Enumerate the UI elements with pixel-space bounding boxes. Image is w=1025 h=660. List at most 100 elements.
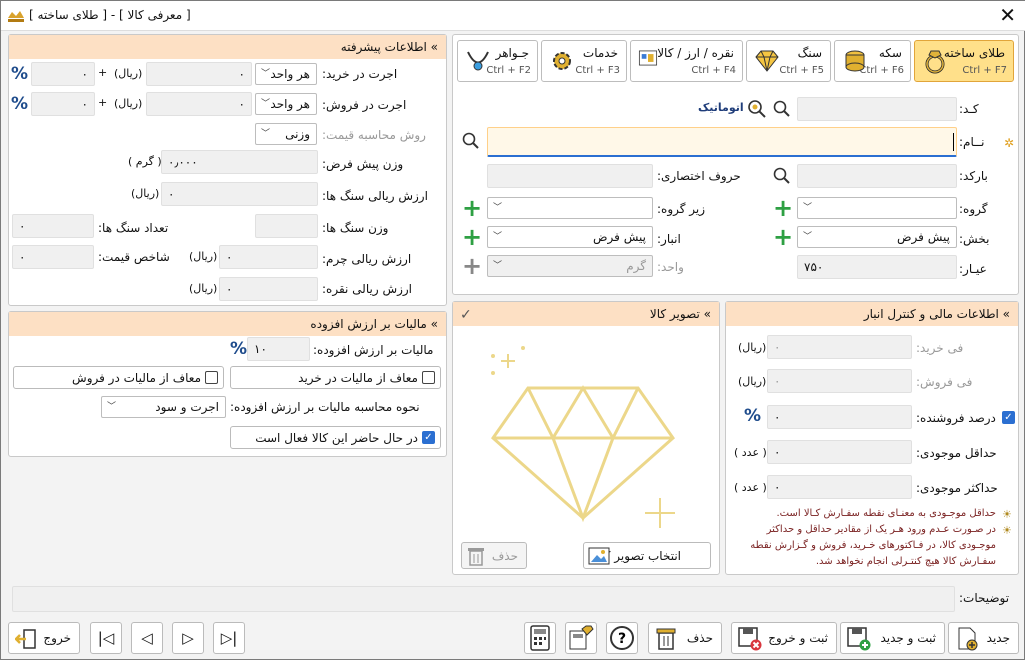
chevron-down-icon: ﹀ — [803, 232, 813, 242]
next-record-button[interactable]: ▷ — [172, 622, 204, 654]
help-button[interactable]: ? — [606, 622, 638, 654]
first-record-button[interactable]: |◁ — [90, 622, 122, 654]
new-label: جدید — [986, 631, 1010, 645]
price-method-select[interactable]: وزنی ﹀ — [255, 123, 317, 145]
silver-rial-input[interactable]: ۰ — [219, 277, 318, 301]
buy-wage-input[interactable]: ۰ — [146, 62, 252, 86]
silver-rial-label: ارزش ریالی نقره: — [322, 282, 413, 296]
unit-select: گرم ﹀ — [487, 255, 653, 277]
sell-wage-plus: + — [98, 96, 108, 109]
tab-services[interactable]: خدمات Ctrl + F3 — [541, 40, 627, 82]
chevron-down-icon: ﹀ — [803, 203, 813, 213]
save-exit-button[interactable]: ثبت و خروج — [731, 622, 837, 654]
max-stock-label: حداکثر موجودی: — [916, 481, 998, 495]
barcode-search-icon[interactable] — [773, 167, 791, 185]
sell-wage-mode-select[interactable]: هر واحد ﹀ — [255, 93, 317, 115]
add-group-icon[interactable]: + — [773, 196, 793, 220]
exit-door-icon — [15, 629, 36, 649]
tab-jewels[interactable]: جـواهر Ctrl + F2 — [457, 40, 538, 82]
vat-calc-select[interactable]: اجرت و سود ﹀ — [101, 396, 226, 418]
warehouse-label: انبار: — [657, 232, 681, 246]
last-record-icon: ▷| — [220, 629, 238, 647]
tab-made-gold[interactable]: طلای ساخته Ctrl + F7 — [914, 40, 1014, 82]
last-record-button[interactable]: ▷| — [213, 622, 245, 654]
vat-header: » مالیات بر ارزش افزوده — [9, 312, 446, 336]
add-subgroup-icon[interactable]: + — [462, 196, 482, 220]
buy-wage-percent-input[interactable]: ۰ — [31, 62, 95, 86]
delete-image-button[interactable]: حذف — [461, 542, 527, 569]
buy-wage-mode-select[interactable]: هر واحد ﹀ — [255, 63, 317, 85]
tab-coin[interactable]: سکه Ctrl + F6 — [834, 40, 911, 82]
min-stock-input[interactable]: ۰ — [767, 440, 912, 464]
search-icon[interactable] — [773, 100, 791, 118]
product-definition-window: [ معرفی کالا ] - [ طلای ساخته ] ✕ طلای س… — [0, 0, 1025, 660]
seller-pct-check-icon[interactable]: ✓ — [1002, 411, 1015, 424]
sell-price-unit: (ریال) — [738, 375, 767, 388]
stock-note-4: سفـارش کالا هیچ کنتـرلی انجام نخواهد شد. — [815, 556, 996, 567]
add-section-icon[interactable]: + — [773, 225, 793, 249]
previous-record-button[interactable]: ◁ — [131, 622, 163, 654]
vat-rate-input[interactable]: ۱۰ — [247, 337, 310, 361]
stone-count-label: تعداد سنگ ها: — [98, 221, 169, 235]
exempt-sell-checkbox[interactable]: معاف از مالیات در فروش — [13, 366, 224, 389]
stone-count-input[interactable]: ۰ — [12, 214, 94, 238]
code-input[interactable] — [797, 97, 957, 121]
exit-button[interactable]: خروج — [8, 622, 80, 654]
exempt-sell-check[interactable] — [205, 371, 218, 384]
delete-button[interactable]: حذف — [648, 622, 722, 654]
price-calculator-button[interactable] — [565, 622, 597, 654]
price-index-input[interactable]: ۰ — [12, 245, 94, 269]
tab-silver-currency-goods[interactable]: نقره / ارز / کالا Ctrl + F4 — [630, 40, 743, 82]
group-select[interactable]: ﹀ — [797, 197, 957, 219]
buy-wage-mode: هر واحد — [270, 67, 310, 81]
exempt-buy-checkbox[interactable]: معاف از مالیات در خرید — [230, 366, 441, 389]
close-icon[interactable]: ✕ — [999, 3, 1016, 27]
chevron-down-icon: ﹀ — [107, 402, 117, 412]
active-checkbox[interactable]: ✓ در حال حاضر این کالا فعال است — [230, 426, 441, 449]
vat-calc-label: نحوه محاسبه مالیات بر ارزش افزوده: — [230, 400, 420, 414]
section-label: بخش: — [959, 232, 990, 246]
section-select[interactable]: پیش فرض ﹀ — [797, 226, 957, 248]
abbr-input[interactable] — [487, 164, 653, 188]
name-input[interactable] — [487, 127, 957, 157]
tab-label: سنگ — [797, 46, 822, 60]
auto-label[interactable]: اتوماتیک — [698, 101, 744, 114]
sell-wage-label: اجرت در فروش: — [322, 98, 407, 112]
stone-weight-input[interactable] — [255, 214, 318, 238]
subgroup-select[interactable]: ﹀ — [487, 197, 653, 219]
save-new-button[interactable]: ثبت و جدید — [840, 622, 945, 654]
check-mark-icon[interactable]: ✓ — [460, 307, 472, 323]
sell-price-input[interactable]: ۰ — [767, 369, 912, 393]
delete-label: حذف — [686, 631, 713, 645]
sell-wage-input[interactable]: ۰ — [146, 92, 252, 116]
karat-input[interactable]: ۷۵۰ — [797, 255, 957, 279]
stone-rial-input[interactable]: ۰ — [161, 182, 318, 206]
silver-rial-unit: (ریال) — [189, 282, 218, 295]
add-warehouse-icon[interactable]: + — [462, 225, 482, 249]
buy-price-input[interactable]: ۰ — [767, 335, 912, 359]
check-icon[interactable]: ✓ — [422, 431, 435, 444]
exempt-buy-check[interactable] — [422, 371, 435, 384]
max-stock-input[interactable]: ۰ — [767, 475, 912, 499]
auto-search-icon[interactable] — [746, 98, 768, 120]
select-image-button[interactable]: انتخاب تصویر کالا — [583, 542, 711, 569]
leather-rial-input[interactable]: ۰ — [219, 245, 318, 269]
buy-wage-percent-icon[interactable]: % — [11, 64, 28, 84]
previous-record-icon: ◁ — [141, 629, 153, 647]
tab-label: طلای ساخته — [943, 46, 1005, 60]
new-button[interactable]: جدید — [948, 622, 1019, 654]
sell-wage-percent-input[interactable]: ۰ — [31, 92, 95, 116]
seller-pct-input[interactable]: ۰ — [767, 405, 912, 429]
warehouse-select[interactable]: پیش فرض ﹀ — [487, 226, 653, 248]
barcode-input[interactable] — [797, 164, 957, 188]
gold-ring-icon — [925, 50, 945, 74]
exempt-buy-label: معاف از مالیات در خرید — [298, 371, 418, 385]
exit-label: خروج — [43, 631, 71, 645]
description-input[interactable] — [12, 586, 955, 612]
default-weight-input[interactable]: ۰٫۰۰۰ — [161, 150, 318, 174]
calculator-button[interactable] — [524, 622, 556, 654]
default-weight-label: وزن پیش فرض: — [322, 157, 404, 171]
sell-wage-percent-icon[interactable]: % — [11, 94, 28, 114]
tab-stone[interactable]: سنگ Ctrl + F5 — [746, 40, 831, 82]
name-search-icon[interactable] — [462, 132, 480, 150]
